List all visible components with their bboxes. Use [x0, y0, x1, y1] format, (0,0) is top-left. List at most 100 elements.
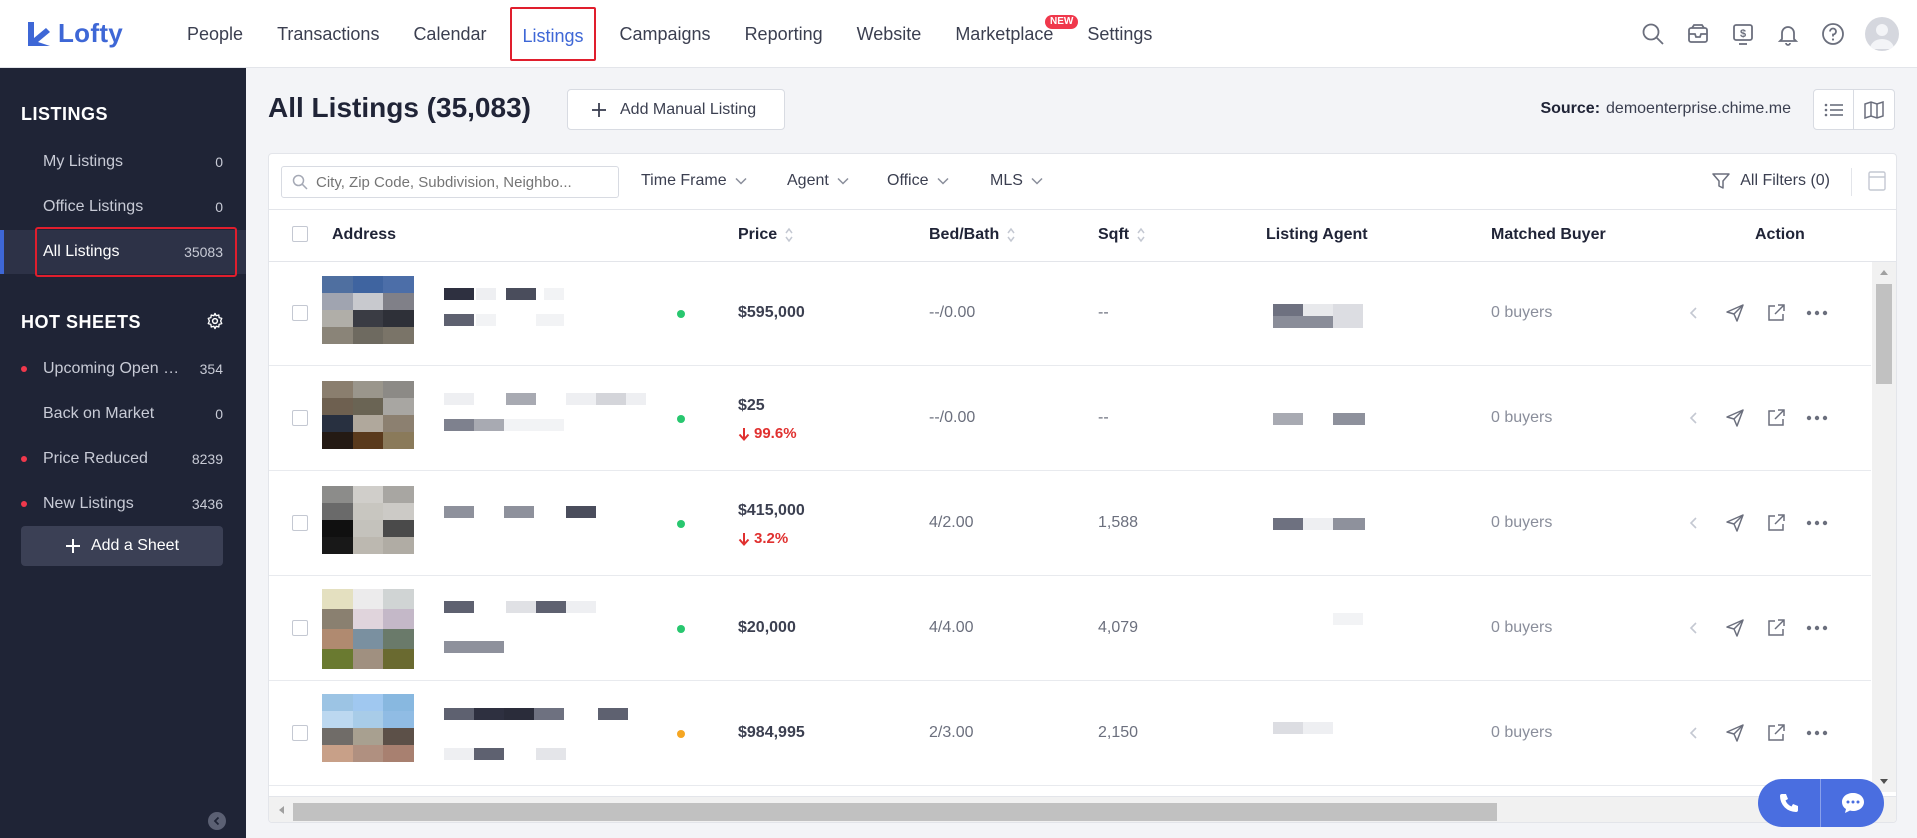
phone-button[interactable]: [1758, 779, 1821, 827]
vertical-scrollbar[interactable]: [1872, 262, 1896, 792]
share-icon[interactable]: [1765, 302, 1787, 324]
office-dropdown[interactable]: Office: [887, 172, 949, 190]
share-icon[interactable]: [1765, 407, 1787, 429]
listing-photo[interactable]: [322, 589, 414, 669]
share-icon[interactable]: [1765, 512, 1787, 534]
add-manual-listing-button[interactable]: Add Manual Listing: [567, 89, 785, 130]
nav-calendar[interactable]: Calendar: [396, 7, 503, 61]
inbox-icon[interactable]: [1685, 21, 1711, 47]
price-column-header[interactable]: Price: [738, 226, 793, 244]
table-row[interactable]: $595,000 --/0.00 -- 0 buyers: [269, 262, 1871, 366]
more-icon[interactable]: [1806, 407, 1828, 429]
map-icon: [1864, 100, 1884, 119]
chevron-left-icon[interactable]: [1683, 512, 1705, 534]
send-icon[interactable]: [1724, 512, 1746, 534]
search-input[interactable]: [316, 173, 606, 191]
logo-mark-icon: [28, 21, 50, 46]
sqft-column-header[interactable]: Sqft: [1098, 226, 1145, 244]
contact-widget: [1758, 779, 1884, 827]
share-icon[interactable]: [1765, 722, 1787, 744]
sidebar-item-office-listings[interactable]: Office Listings 0: [0, 185, 246, 229]
search-icon[interactable]: [1640, 21, 1666, 47]
top-nav: Lofty People Transactions Calendar Listi…: [0, 0, 1917, 68]
sidebar-item-back-on-market[interactable]: Back on Market 0: [0, 392, 246, 436]
nav-transactions[interactable]: Transactions: [260, 7, 396, 61]
avatar[interactable]: [1865, 17, 1899, 51]
nav-reporting[interactable]: Reporting: [728, 7, 840, 61]
collapse-sidebar-button[interactable]: [208, 812, 226, 830]
bedbath-column-header[interactable]: Bed/Bath: [929, 226, 1015, 244]
vertical-scroll-thumb[interactable]: [1876, 284, 1892, 384]
nav-people[interactable]: People: [170, 7, 260, 61]
lofty-logo[interactable]: Lofty: [26, 18, 146, 49]
chat-button[interactable]: [1821, 779, 1884, 827]
send-icon[interactable]: [1724, 302, 1746, 324]
table-row[interactable]: $20,000 4/4.00 4,079 0 buyers: [269, 577, 1871, 681]
dollar-icon[interactable]: $: [1730, 21, 1756, 47]
matched-buyers[interactable]: 0 buyers: [1491, 304, 1552, 322]
row-checkbox[interactable]: [292, 620, 308, 636]
matched-buyers[interactable]: 0 buyers: [1491, 724, 1552, 742]
sidebar-item-price-reduced[interactable]: Price Reduced 8239: [0, 437, 246, 481]
status-dot: [677, 520, 685, 528]
all-filters-button[interactable]: All Filters (0): [1712, 172, 1830, 190]
listing-photo[interactable]: [322, 381, 414, 449]
sidebar-item-all-listings[interactable]: All Listings 35083: [0, 227, 246, 277]
table-row[interactable]: $25 99.6% --/0.00 -- 0 buyers: [269, 367, 1871, 471]
more-icon[interactable]: [1806, 302, 1828, 324]
sidebar-item-count: 35083: [184, 244, 223, 260]
row-checkbox[interactable]: [292, 305, 308, 321]
nav-marketplace[interactable]: Marketplace NEW: [938, 7, 1079, 61]
sqft: --: [1098, 409, 1109, 426]
scroll-left-icon[interactable]: [277, 805, 285, 815]
gear-icon[interactable]: [206, 312, 224, 330]
nav-listings[interactable]: Listings: [510, 6, 596, 61]
horizontal-scroll-thumb[interactable]: [293, 803, 1497, 821]
nav-settings[interactable]: Settings: [1070, 7, 1169, 61]
chevron-left-icon[interactable]: [1683, 722, 1705, 744]
more-icon[interactable]: [1806, 617, 1828, 639]
price: $20,000: [738, 619, 796, 636]
chevron-left-icon[interactable]: [1683, 302, 1705, 324]
status-dot: [21, 366, 27, 372]
map-view-button[interactable]: [1854, 90, 1894, 129]
matched-buyers[interactable]: 0 buyers: [1491, 619, 1552, 637]
matched-buyers[interactable]: 0 buyers: [1491, 514, 1552, 532]
sidebar-item-new-listings[interactable]: New Listings 3436: [0, 482, 246, 526]
select-all-checkbox[interactable]: [292, 226, 308, 242]
sidebar-item-count: 3436: [191, 496, 223, 512]
row-checkbox[interactable]: [292, 410, 308, 426]
header-label: Address: [332, 226, 397, 243]
table-row[interactable]: $415,000 3.2% 4/2.00 1,588 0 buyers: [269, 472, 1871, 576]
add-sheet-button[interactable]: Add a Sheet: [21, 526, 223, 566]
save-filter-button[interactable]: [1868, 171, 1886, 196]
row-checkbox[interactable]: [292, 725, 308, 741]
help-icon[interactable]: [1820, 21, 1846, 47]
matched-buyers[interactable]: 0 buyers: [1491, 409, 1552, 427]
list-view-button[interactable]: [1814, 90, 1855, 129]
table-row[interactable]: $984,995 2/3.00 2,150 0 buyers: [269, 682, 1871, 786]
nav-website[interactable]: Website: [840, 7, 939, 61]
sidebar-item-upcoming-open-houses[interactable]: Upcoming Open Houses 354: [0, 347, 246, 391]
chevron-left-icon[interactable]: [1683, 617, 1705, 639]
share-icon[interactable]: [1765, 617, 1787, 639]
search-box[interactable]: [281, 166, 619, 198]
scroll-up-icon[interactable]: [1879, 268, 1889, 276]
more-icon[interactable]: [1806, 722, 1828, 744]
time-frame-dropdown[interactable]: Time Frame: [641, 172, 747, 190]
chevron-left-icon[interactable]: [1683, 407, 1705, 429]
sidebar-item-my-listings[interactable]: My Listings 0: [0, 140, 246, 184]
send-icon[interactable]: [1724, 617, 1746, 639]
bell-icon[interactable]: [1775, 21, 1801, 47]
row-checkbox[interactable]: [292, 515, 308, 531]
nav-campaigns[interactable]: Campaigns: [603, 7, 728, 61]
listing-photo[interactable]: [322, 694, 414, 762]
horizontal-scrollbar[interactable]: [269, 796, 1896, 822]
mls-dropdown[interactable]: MLS: [990, 172, 1043, 190]
send-icon[interactable]: [1724, 407, 1746, 429]
listing-photo[interactable]: [322, 276, 414, 344]
listing-photo[interactable]: [322, 486, 414, 554]
send-icon[interactable]: [1724, 722, 1746, 744]
agent-dropdown[interactable]: Agent: [787, 172, 849, 190]
more-icon[interactable]: [1806, 512, 1828, 534]
